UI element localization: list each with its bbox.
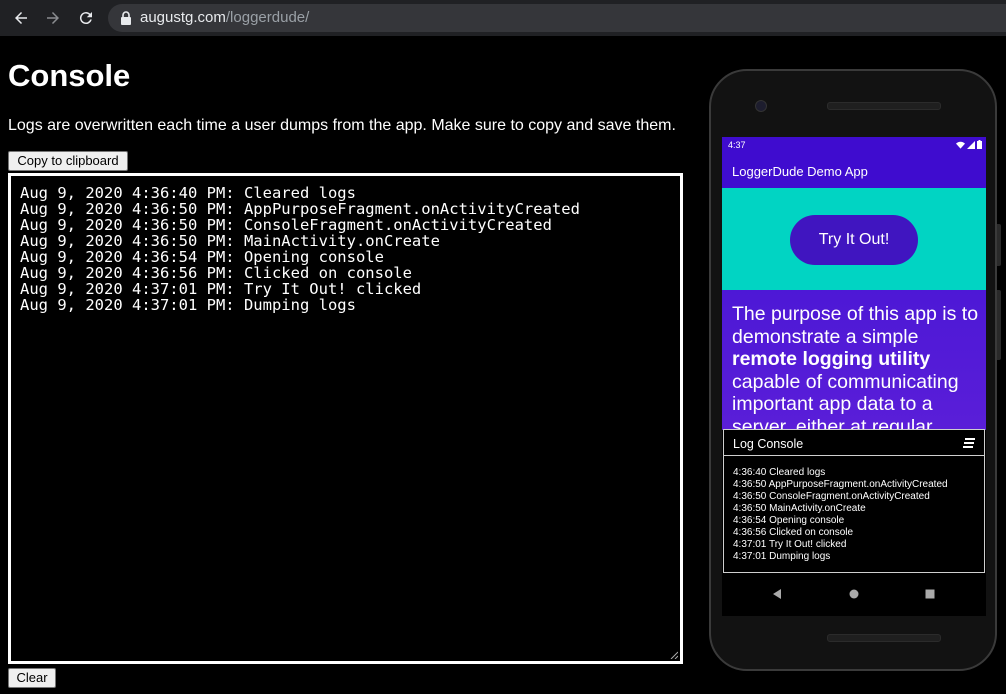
- phone-status-bar: 4:37: [722, 137, 986, 154]
- phone-log-line: 4:36:54 Opening console: [733, 515, 845, 526]
- clear-button[interactable]: Clear: [8, 668, 56, 688]
- reload-button[interactable]: [75, 7, 97, 29]
- phone-frame: 4:37 LoggerDude Demo App Try It Out! The…: [709, 69, 997, 671]
- status-time: 4:37: [728, 140, 746, 150]
- log-line: Aug 9, 2020 4:36:50 PM: AppPurposeFragme…: [20, 200, 580, 218]
- purpose-text-bold: remote logging utility: [732, 348, 931, 370]
- forward-icon: [47, 12, 59, 24]
- phone-log-line: 4:37:01 Dumping logs: [733, 551, 831, 562]
- signal-icon: [967, 140, 975, 149]
- phone-power-button: [997, 290, 1001, 360]
- url-path: /loggerdude/: [225, 9, 310, 26]
- phone-log-line: 4:36:50 ConsoleFragment.onActivityCreate…: [733, 491, 930, 502]
- page-title: Console: [8, 58, 131, 93]
- nav-back-icon[interactable]: [772, 588, 784, 600]
- phone-camera: [755, 100, 767, 112]
- log-line: Aug 9, 2020 4:36:56 PM: Clicked on conso…: [20, 264, 412, 282]
- log-line: Aug 9, 2020 4:36:54 PM: Opening console: [20, 248, 384, 266]
- phone-volume-button: [997, 224, 1001, 266]
- log-console-lines: 4:36:40 Cleared logs 4:36:50 AppPurposeFr…: [733, 467, 948, 563]
- phone-log-line: 4:36:50 MainActivity.onCreate: [733, 503, 866, 514]
- back-button[interactable]: [10, 7, 32, 29]
- address-bar[interactable]: augustg.com/loggerdude/: [108, 4, 1006, 32]
- try-it-out-button[interactable]: Try It Out!: [790, 215, 918, 265]
- phone-speaker-top: [827, 102, 941, 110]
- log-line: Aug 9, 2020 4:37:01 PM: Dumping logs: [20, 296, 356, 314]
- battery-icon: [977, 140, 982, 149]
- log-line: Aug 9, 2020 4:36:50 PM: MainActivity.onC…: [20, 232, 440, 250]
- log-textarea[interactable]: Aug 9, 2020 4:36:40 PM: Cleared logs Aug …: [8, 173, 683, 664]
- reload-icon: [79, 12, 92, 25]
- phone-screen: 4:37 LoggerDude Demo App Try It Out! The…: [722, 137, 986, 616]
- phone-log-line: 4:36:50 AppPurposeFragment.onActivityCre…: [733, 479, 948, 490]
- android-nav-bar: [722, 573, 986, 616]
- log-line: Aug 9, 2020 4:36:50 PM: ConsoleFragment.…: [20, 216, 552, 234]
- log-line: Aug 9, 2020 4:36:40 PM: Cleared logs: [20, 184, 356, 202]
- phone-log-line: 4:36:40 Cleared logs: [733, 467, 826, 478]
- app-bar: LoggerDude Demo App: [722, 154, 986, 188]
- info-text: Logs are overwritten each time a user du…: [8, 117, 676, 134]
- url-text: augustg.com/loggerdude/: [140, 9, 309, 26]
- log-console-title: Log Console: [733, 437, 804, 451]
- forward-button[interactable]: [42, 7, 64, 29]
- log-line: Aug 9, 2020 4:37:01 PM: Try It Out! clic…: [20, 280, 422, 298]
- copy-to-clipboard-button[interactable]: Copy to clipboard: [8, 151, 128, 171]
- back-icon: [15, 12, 27, 24]
- wifi-icon: [956, 141, 965, 149]
- app-title: LoggerDude Demo App: [732, 164, 868, 179]
- nav-recents-icon[interactable]: [924, 588, 936, 600]
- nav-home-icon[interactable]: [848, 588, 860, 600]
- purpose-text: The purpose of this app is to demonstrat…: [732, 303, 982, 430]
- browser-toolbar: augustg.com/loggerdude/: [0, 0, 1006, 36]
- url-host: augustg.com: [140, 9, 226, 26]
- phone-log-line: 4:37:01 Try It Out! clicked: [733, 539, 847, 550]
- log-console-header[interactable]: Log Console: [724, 430, 984, 456]
- log-console-panel[interactable]: Log Console 4:36:40 Cleared logs 4:36:50 …: [723, 429, 985, 573]
- purpose-section: The purpose of this app is to demonstrat…: [722, 290, 986, 430]
- try-section: Try It Out!: [722, 188, 986, 290]
- resize-grip-icon[interactable]: [670, 651, 678, 659]
- lock-icon: [121, 11, 131, 25]
- phone-log-line: 4:36:56 Clicked on console: [733, 527, 854, 538]
- purpose-text-pre: The purpose of this app is to demonstrat…: [732, 303, 979, 348]
- phone-speaker-bottom: [827, 634, 941, 642]
- menu-icon[interactable]: [963, 438, 975, 448]
- purpose-text-post: capable of communicating important app d…: [732, 370, 959, 431]
